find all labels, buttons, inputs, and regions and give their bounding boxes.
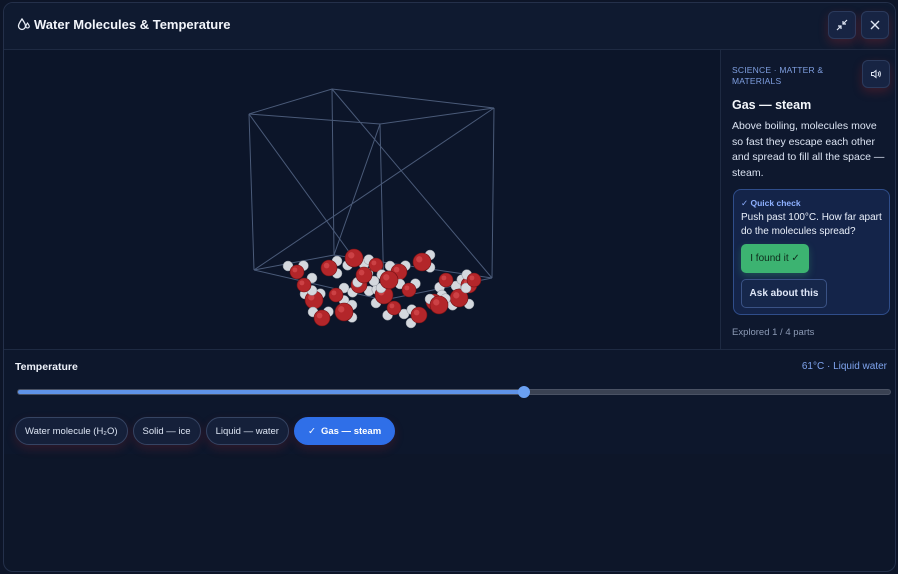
phase-chip-label: Gas — steam [320, 425, 382, 437]
phase-chip[interactable]: ✓ Gas — steam [293, 417, 396, 445]
temperature-readout: 61°C · Liquid water [801, 361, 887, 372]
slider-thumb[interactable] [517, 386, 530, 398]
water-molecule [307, 306, 334, 327]
water-molecule [412, 249, 436, 273]
read-aloud-button[interactable] [862, 60, 890, 88]
ask-about-this-button[interactable]: Ask about this [741, 279, 827, 308]
section-description: Above boiling, molecules move so fast th… [732, 120, 885, 179]
water-molecule [334, 299, 358, 323]
phase-chip-label: Liquid — water [215, 425, 279, 437]
water-molecule [282, 260, 309, 280]
phase-chip[interactable]: Liquid — water [205, 417, 289, 445]
quick-check-card: ✓ Quick check Push past 100°C. How far a… [733, 189, 890, 315]
phase-chip-label: Solid — ice [142, 425, 191, 437]
water-molecule [424, 293, 451, 315]
breadcrumb: SCIENCE · MATTER & MATERIALS [732, 65, 824, 86]
temperature-label: Temperature [15, 361, 78, 373]
window-title: Water Molecules & Temperature [34, 17, 231, 32]
water-molecule [405, 304, 428, 329]
water-molecules [282, 248, 482, 329]
speaker-icon [871, 69, 881, 79]
quick-check-question: Push past 100°C. How far apart do the mo… [741, 212, 882, 237]
temperature-slider[interactable] [17, 386, 891, 398]
explored-progress: Explored 1 / 4 parts [732, 327, 815, 338]
water-molecule [320, 255, 343, 279]
info-panel: SCIENCE · MATTER & MATERIALS Gas — steam… [720, 50, 895, 349]
collapse-button[interactable] [828, 11, 856, 39]
molecule-scene[interactable] [4, 50, 720, 349]
check-icon: ✓ [307, 425, 316, 437]
molecule-viewport[interactable] [4, 50, 720, 349]
temperature-controls: Temperature 61°C · Liquid water Water mo… [4, 349, 895, 454]
phase-chip-label: Water molecule (H₂O) [25, 425, 118, 437]
found-it-button[interactable]: I found it ✓ [741, 244, 809, 273]
close-button[interactable] [861, 11, 889, 39]
droplets-icon [17, 17, 30, 31]
water-molecule [394, 278, 421, 298]
app-window: Water Molecules & Temperature SCIENCE · … [3, 2, 896, 572]
phase-chip[interactable]: Solid — ice [132, 417, 201, 445]
quick-check-label: ✓ Quick check [741, 198, 801, 208]
phase-chip[interactable]: Water molecule (H₂O) [15, 417, 128, 445]
close-icon [870, 20, 880, 30]
title-bar: Water Molecules & Temperature [4, 3, 895, 50]
section-heading: Gas — steam [732, 98, 812, 112]
water-molecule [328, 282, 350, 306]
minimize-arrows-icon [836, 19, 848, 31]
slider-fill [18, 390, 524, 394]
phase-chips: Water molecule (H₂O) Solid — ice Liquid — … [15, 417, 396, 445]
